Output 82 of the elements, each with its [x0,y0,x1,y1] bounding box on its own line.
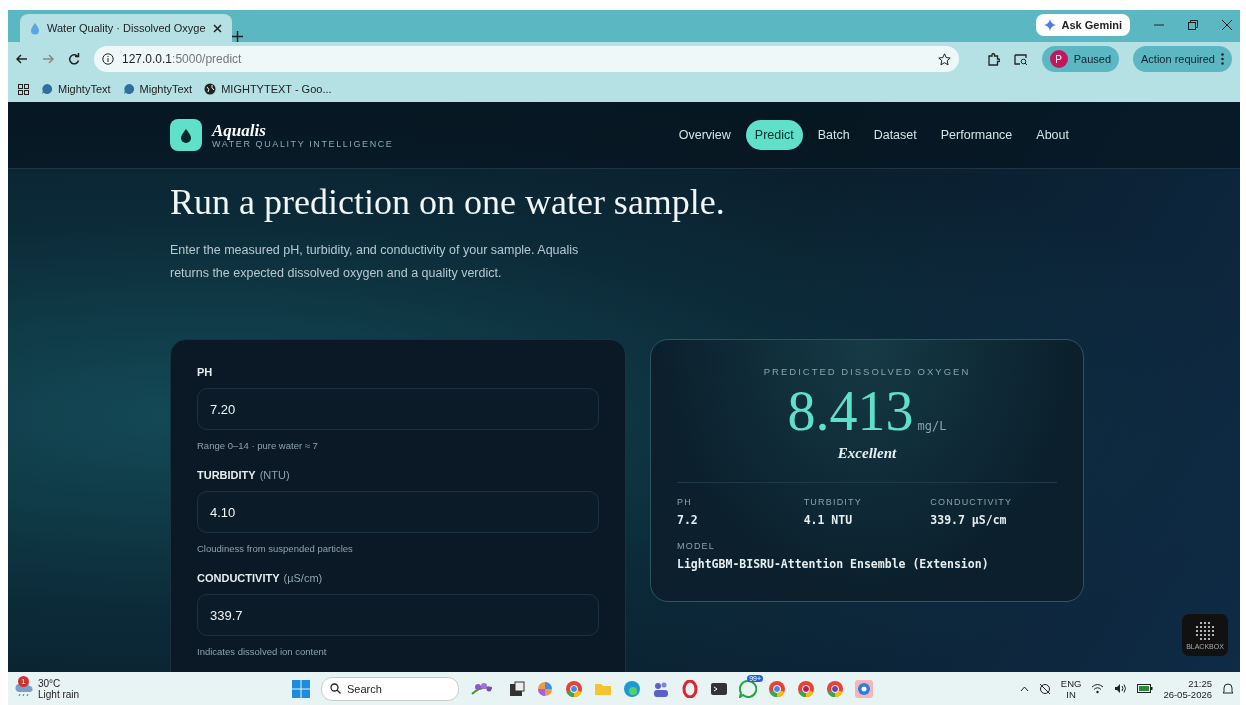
action-required-button[interactable]: Action required [1133,46,1232,72]
search-field[interactable]: Search [321,676,459,701]
star-icon[interactable] [937,52,951,66]
url-text: 127.0.0.1:5000/predict [122,52,242,66]
field-hint: Range 0–14 · pure water ≈ 7 [197,440,319,451]
brand-name: Aqualis [212,121,267,139]
chevron-up-icon[interactable] [1019,685,1029,692]
stat-label: PH [677,497,693,507]
start-icon[interactable] [292,679,310,698]
model-name: LightGBM-BISRU-Attention Ensemble (Extension) [677,557,990,571]
more-icon [1221,53,1224,65]
brand-tagline: WATER QUALITY INTELLIGENCE [212,138,394,149]
reload-icon[interactable] [68,53,80,65]
address-bar[interactable]: 127.0.0.1:5000/predict [94,46,959,72]
screen-search-icon[interactable] [1013,52,1028,66]
water-drop-icon [30,21,40,35]
model-label: MODEL [677,541,716,551]
weather-text: Light rain [38,688,80,700]
profile-avatar: P [1049,50,1068,68]
stat-label: TURBIDITY [803,497,863,507]
speaker-icon[interactable] [1114,683,1128,694]
bookmark[interactable]: MightyText [122,83,193,95]
battery-icon[interactable] [1137,684,1154,693]
search-icon [330,683,341,694]
bookmark[interactable]: MIGHTYTEXT - Goo... [204,83,332,95]
chat-icon[interactable] [739,679,757,698]
stat-value: 4.1 NTU [803,513,854,527]
clock-time[interactable]: 21:25 [1188,677,1212,689]
ring-icon[interactable] [681,679,699,698]
pinwheel-icon[interactable] [536,679,554,698]
restore-icon[interactable] [1188,20,1198,30]
window-icon[interactable] [507,679,525,698]
unit-label: (µS/cm) [283,572,323,584]
new-tab-icon[interactable] [231,31,243,42]
close-icon[interactable] [212,23,222,33]
temperature: 30°C [38,677,62,689]
result-title: PREDICTED DISSOLVED OXYGEN [762,366,972,377]
chat-bubble-icon [41,83,53,95]
input-field[interactable]: 339.7 [197,594,599,636]
apps-grid-icon[interactable] [18,83,29,95]
nav-link[interactable]: Predict [745,120,803,150]
nav-link[interactable]: Overview [669,120,740,150]
sparkle-icon [1044,19,1057,31]
ask-gemini-button[interactable]: Ask Gemini [1036,14,1130,36]
dot-grid-icon [1195,620,1215,641]
predicted-value: 8.413 [787,379,914,443]
unit-label: (NTU) [259,469,290,481]
input-field[interactable]: 4.10 [197,491,599,533]
puzzle-icon[interactable] [986,52,1000,66]
page-heading: Run a prediction on one water sample. [170,181,726,223]
wifi-icon[interactable] [1091,683,1105,694]
field-hint: Indicates dissolved ion content [197,646,328,657]
close-icon[interactable] [1222,20,1232,30]
tab-title: Water Quality · Dissolved Oxyge [47,22,206,34]
value-unit: mg/L [917,419,947,433]
nav-link[interactable]: Batch [808,120,859,150]
language-code[interactable]: ENG [1060,677,1082,689]
clock-date[interactable]: 26-05-2026 [1163,688,1212,700]
chat-bubble-icon [122,83,135,95]
back-icon[interactable] [16,53,28,65]
profile-button[interactable]: P Paused [1041,46,1119,72]
bookmark[interactable]: MightyText [41,83,111,95]
field-label: PH [197,366,213,378]
region-code[interactable]: IN [1066,688,1076,700]
nav-link[interactable]: Dataset [864,120,926,150]
field-label: TURBIDITY [197,469,256,481]
stat-label: CONDUCTIVITY [930,497,1014,507]
browser-tab[interactable]: Water Quality · Dissolved Oxyge [20,14,232,42]
nav-link[interactable]: About [1027,120,1078,150]
alert-badge: 1 [18,675,29,687]
field-hint: Cloudiness from suspended particles [197,543,354,554]
field-label: CONDUCTIVITY [197,572,280,584]
info-icon [102,53,114,65]
intro-text: Enter the measured pH, turbidity, and conductivity of your sample. Aqualis returns the expected dissolved oxygen and a quality verdict. [170,242,580,282]
quality-verdict: Excellent [836,445,898,462]
stat-value: 7.2 [677,513,699,527]
nav-link[interactable]: Performance [931,120,1022,150]
water-drop-icon [180,127,192,143]
input-field[interactable]: 7.20 [197,388,599,430]
sync-off-icon[interactable] [1038,682,1051,695]
stat-value: 339.7 µS/cm [930,513,1008,527]
notification-icon[interactable] [1222,682,1234,695]
